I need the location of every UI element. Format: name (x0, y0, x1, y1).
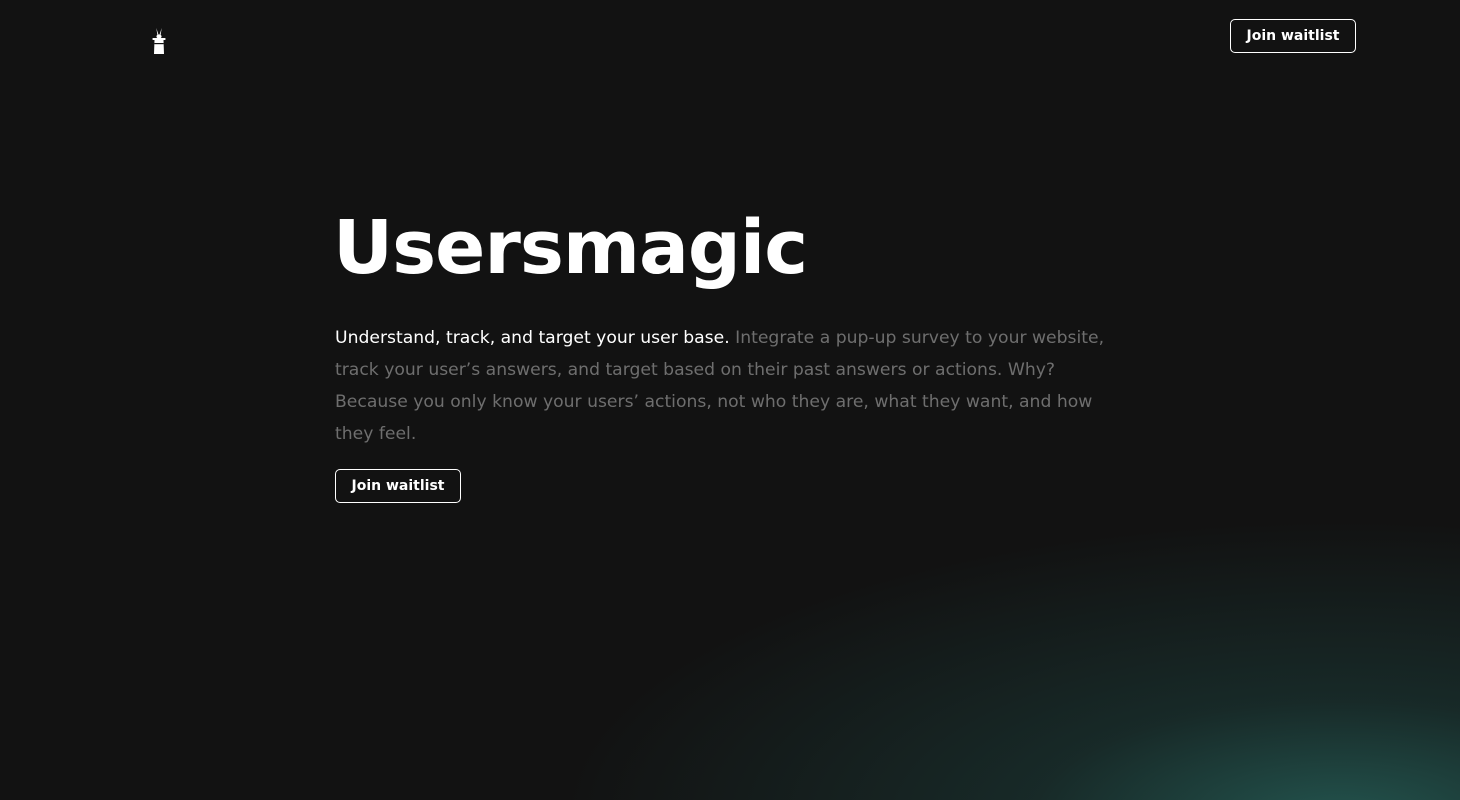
join-waitlist-nav-button[interactable]: Join waitlist (1230, 19, 1356, 53)
hero-title: Usersmagic (333, 205, 808, 291)
magic-hat-rabbit-icon (152, 28, 166, 54)
join-waitlist-hero-button[interactable]: Join waitlist (335, 469, 461, 503)
hero-lead-text: Understand, track, and target your user … (335, 328, 730, 348)
logo-link[interactable] (150, 26, 168, 56)
hero-description: Understand, track, and target your user … (335, 322, 1125, 450)
